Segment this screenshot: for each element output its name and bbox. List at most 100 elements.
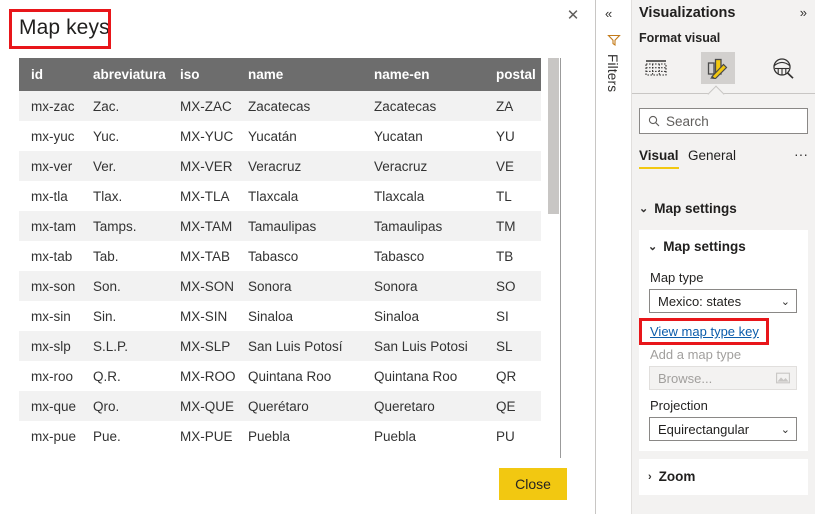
table-row[interactable]: mx-que Qro. MX-QUE Querétaro Queretaro QE [19,391,541,421]
cell-iso: MX-ROO [168,361,236,391]
table-scrollbar[interactable] [548,58,559,458]
cell-iso: MX-YUC [168,121,236,151]
tab-visual[interactable]: Visual [639,148,679,169]
filters-rail-label[interactable]: Filters [605,54,620,92]
zoom-card-title: Zoom [658,469,696,484]
cell-abreviatura: Q.R. [81,361,168,391]
map-settings-card: ⌄ Map settings Map type Mexico: states ⌄… [639,230,808,451]
section-header-label: Map settings [654,201,737,216]
cell-name-en: Yucatan [362,121,484,151]
browse-field[interactable]: Browse... [649,366,797,390]
cell-name: Yucatán [236,121,362,151]
chevron-down-icon: ⌄ [639,203,649,215]
visualizations-pane-title: Visualizations [639,5,736,21]
map-settings-card-title: Map settings [663,239,746,254]
cell-postal: SL [484,331,541,361]
table-row[interactable]: mx-roo Q.R. MX-ROO Quintana Roo Quintana Roo… [19,361,541,391]
cell-id: mx-ver [19,151,81,181]
cell-abreviatura: Pue. [81,421,168,451]
cell-postal: SO [484,271,541,301]
table-row[interactable]: mx-pue Pue. MX-PUE Puebla Puebla PU [19,421,541,451]
cell-abreviatura: Qro. [81,391,168,421]
table-row[interactable]: mx-tla Tlax. MX-TLA Tlaxcala Tlaxcala TL [19,181,541,211]
visual-pane-icon-row [632,50,815,86]
chevron-right-icon: › [648,470,652,483]
browse-placeholder: Browse... [658,370,713,386]
tab-general[interactable]: General [688,148,736,163]
section-header-map-settings[interactable]: ⌄ Map settings [639,201,737,216]
table-row[interactable]: mx-sin Sin. MX-SIN Sinaloa Sinaloa SI [19,301,541,331]
view-map-type-key-link[interactable]: View map type key [650,324,759,339]
cell-name-en: Puebla [362,421,484,451]
cell-abreviatura: Tamps. [81,211,168,241]
search-icon [648,115,660,127]
zoom-card[interactable]: › Zoom [639,459,808,495]
map-keys-dialog: Map keys ✕ id abreviatura iso name name-… [0,0,596,514]
filter-funnel-icon[interactable] [607,33,621,47]
search-input[interactable]: Search [639,108,808,134]
collapse-pane-icon[interactable]: « [605,6,612,22]
format-visual-label: Format visual [639,31,721,45]
cell-abreviatura: Yuc. [81,121,168,151]
map-type-dropdown[interactable]: Mexico: states ⌄ [649,289,797,313]
cell-name: Tlaxcala [236,181,362,211]
table-row[interactable]: mx-tam Tamps. MX-TAM Tamaulipas Tamaulipas TM [19,211,541,241]
tabs-overflow-icon[interactable]: ··· [794,146,808,162]
cell-name-en: Queretaro [362,391,484,421]
cell-name-en: Sonora [362,271,484,301]
column-header-id[interactable]: id [19,58,81,91]
cell-name: San Luis Potosí [236,331,362,361]
expand-pane-icon[interactable]: » [800,5,807,20]
column-header-abreviatura[interactable]: abreviatura [81,58,168,91]
cell-id: mx-tam [19,211,81,241]
cell-iso: MX-SIN [168,301,236,331]
cell-id: mx-roo [19,361,81,391]
cell-name: Puebla [236,421,362,451]
cell-iso: MX-QUE [168,391,236,421]
cell-name: Sinaloa [236,301,362,331]
zoom-card-header[interactable]: › Zoom [648,469,695,484]
format-tabs: Visual General ··· [639,146,809,174]
screen-root: Map keys ✕ id abreviatura iso name name-… [0,0,815,514]
map-settings-card-header[interactable]: ⌄ Map settings [648,239,746,254]
table-row[interactable]: mx-ver Ver. MX-VER Veracruz Veracruz VE [19,151,541,181]
cell-iso: MX-VER [168,151,236,181]
cell-name: Quintana Roo [236,361,362,391]
map-type-label: Map type [650,270,704,285]
table-header-row: id abreviatura iso name name-en postal [19,58,541,91]
cell-name: Veracruz [236,151,362,181]
cell-name-en: Quintana Roo [362,361,484,391]
table-row[interactable]: mx-slp S.L.P. MX-SLP San Luis Potosí San Lui… [19,331,541,361]
cell-iso: MX-TAB [168,241,236,271]
column-header-name-en[interactable]: name-en [362,58,484,91]
file-picker-icon [776,372,790,384]
cell-postal: ZA [484,91,541,121]
cell-id: mx-tla [19,181,81,211]
format-visual-icon[interactable] [701,52,735,84]
table-row[interactable]: mx-yuc Yuc. MX-YUC Yucatán Yucatan YU [19,121,541,151]
chevron-down-icon: ⌄ [780,423,790,436]
column-header-iso[interactable]: iso [168,58,236,91]
table-scrollbar-thumb[interactable] [548,58,559,214]
table-row[interactable]: mx-son Son. MX-SON Sonora Sonora SO [19,271,541,301]
cell-postal: SI [484,301,541,331]
cell-id: mx-son [19,271,81,301]
column-header-postal[interactable]: postal [484,58,541,91]
cell-id: mx-que [19,391,81,421]
analytics-icon[interactable] [766,52,800,84]
map-keys-table: id abreviatura iso name name-en postal m… [19,58,541,451]
table-row[interactable]: mx-tab Tab. MX-TAB Tabasco Tabasco TB [19,241,541,271]
cell-name: Zacatecas [236,91,362,121]
cell-id: mx-zac [19,91,81,121]
cell-iso: MX-PUE [168,421,236,451]
table-row[interactable]: mx-zac Zac. MX-ZAC Zacatecas Zacatecas ZA [19,91,541,121]
cell-name-en: San Luis Potosi [362,331,484,361]
column-header-name[interactable]: name [236,58,362,91]
projection-dropdown[interactable]: Equirectangular ⌄ [649,417,797,441]
close-button[interactable]: Close [499,468,567,500]
build-visual-icon[interactable] [639,52,673,84]
cell-name-en: Tamaulipas [362,211,484,241]
cell-abreviatura: Zac. [81,91,168,121]
cell-postal: QR [484,361,541,391]
close-icon[interactable]: ✕ [563,6,583,26]
